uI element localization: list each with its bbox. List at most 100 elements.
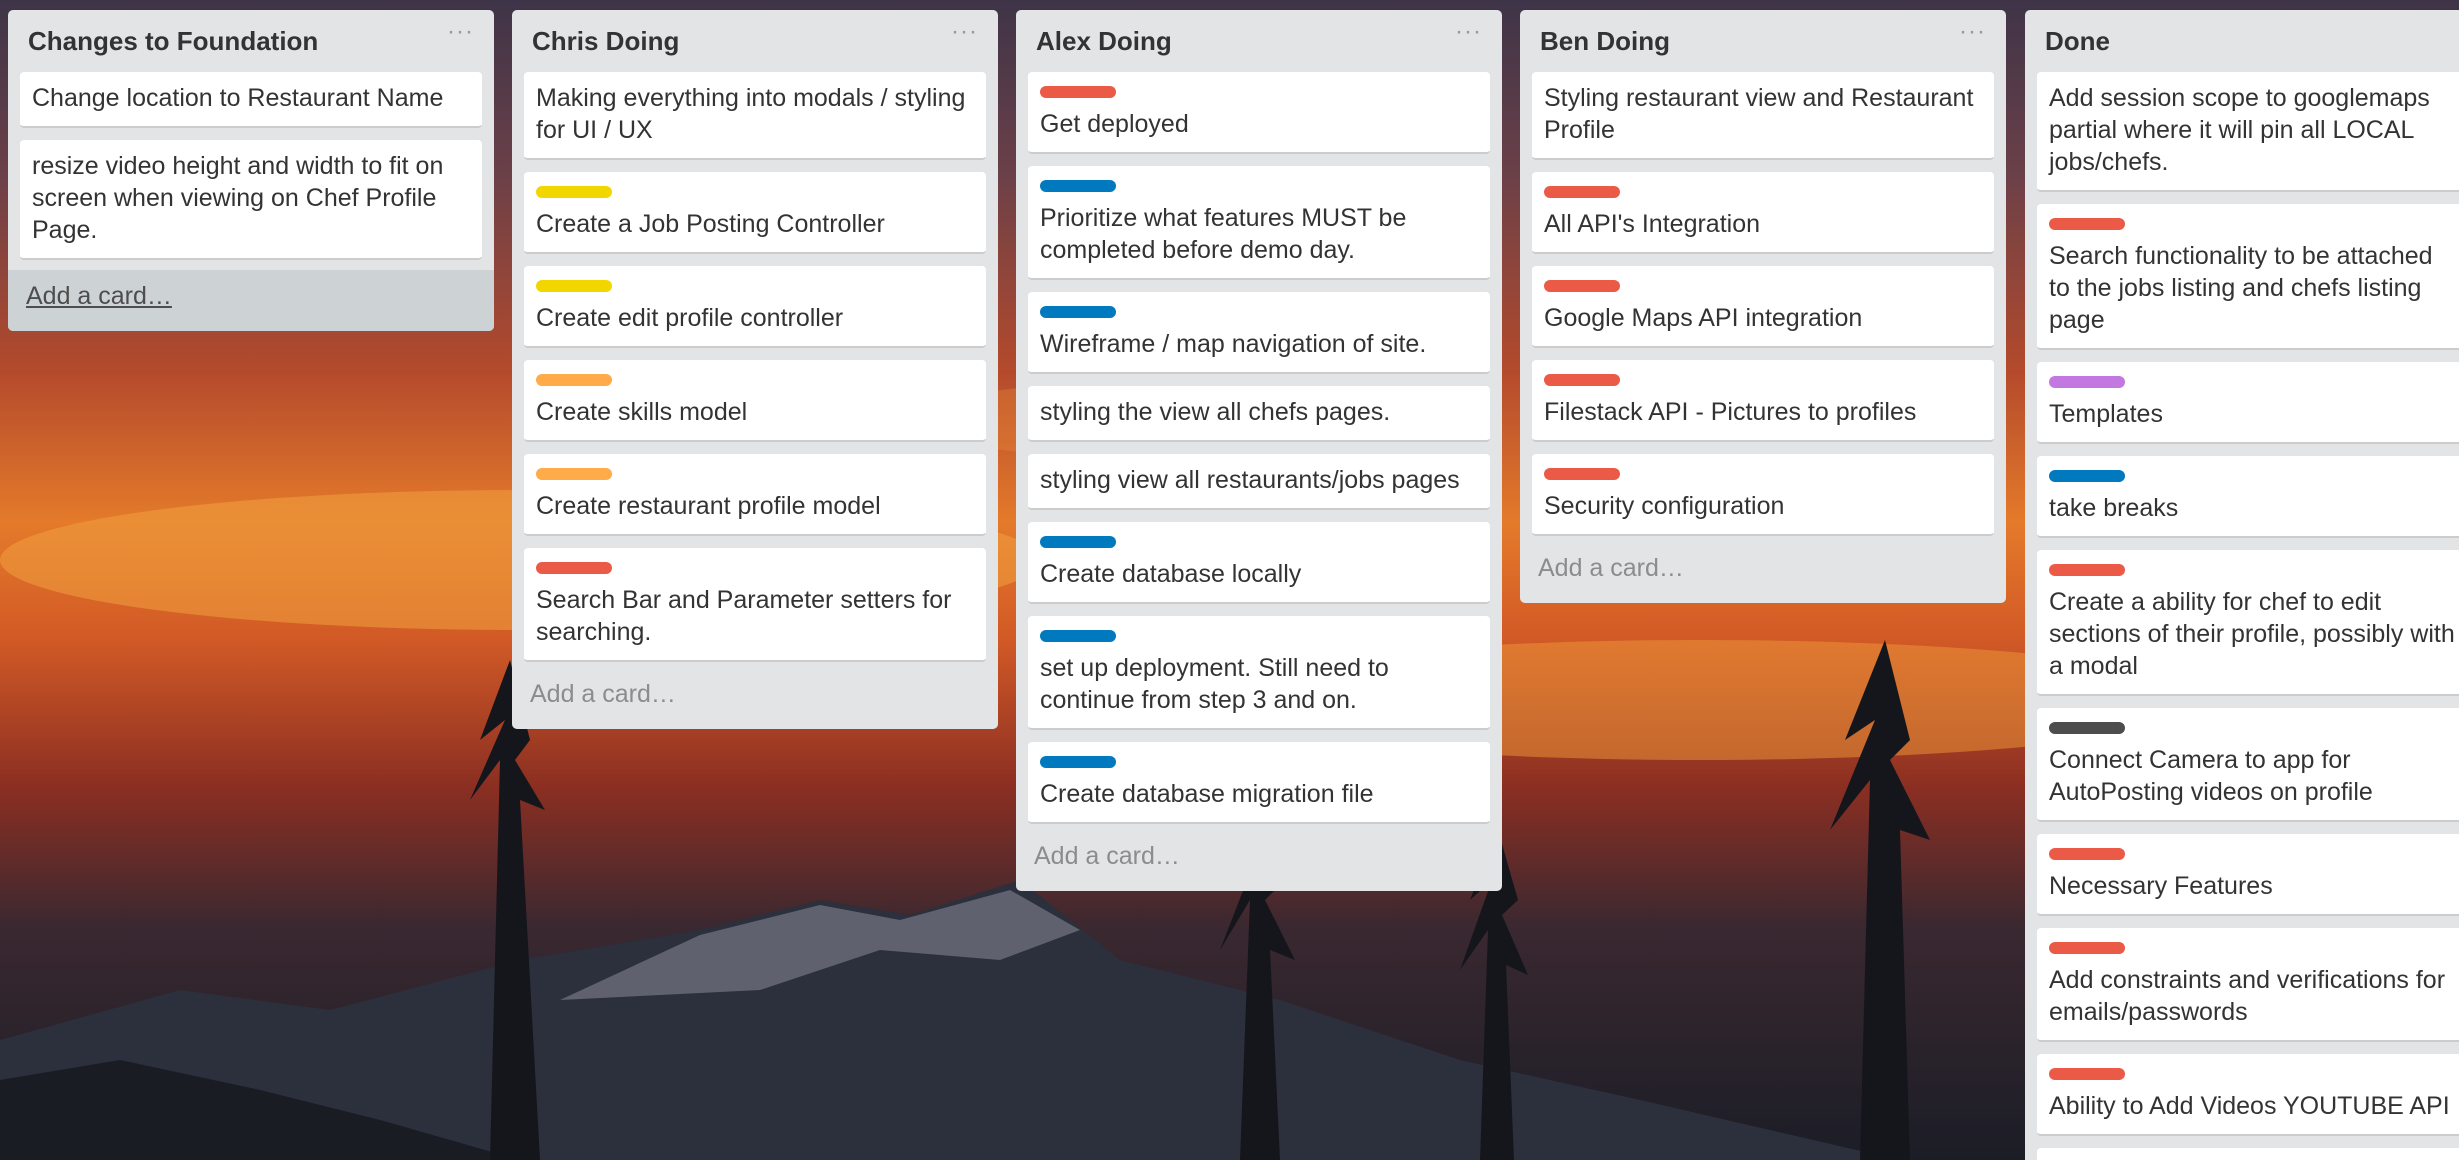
card-label xyxy=(2049,564,2125,576)
add-card-link[interactable]: Add a card… xyxy=(524,674,986,729)
card[interactable]: Ability to Add Videos YOUTUBE API xyxy=(2037,1054,2459,1136)
card-title: styling the view all chefs pages. xyxy=(1040,398,1391,426)
card-title: Create restaurant profile model xyxy=(536,492,881,520)
add-card-link[interactable]: Add a card… xyxy=(8,270,494,331)
card[interactable]: styling the view all chefs pages. xyxy=(1028,386,1490,442)
list-alex-doing: Alex Doing ··· Get deployed Prioritize w… xyxy=(1016,10,1502,891)
card-label xyxy=(1544,280,1620,292)
list-changes-to-foundation: Changes to Foundation ··· Change locatio… xyxy=(8,10,494,331)
card-title: Security configuration xyxy=(1544,492,1785,520)
card-title: Ability to Add Videos YOUTUBE API xyxy=(2049,1092,2450,1120)
card-label xyxy=(1040,756,1116,768)
card[interactable]: Wireframe / map navigation of site. xyxy=(1028,292,1490,374)
list-ben-doing: Ben Doing ··· Styling restaurant view an… xyxy=(1520,10,2006,603)
card-title: resize video height and width to fit on … xyxy=(32,152,444,244)
card[interactable]: Get deployed xyxy=(1028,72,1490,154)
card-title: Templates xyxy=(2049,400,2163,428)
add-card-link[interactable]: Add a card… xyxy=(1028,836,1490,891)
card-label xyxy=(536,468,612,480)
card-title: Prioritize what features MUST be complet… xyxy=(1040,204,1407,264)
card-title: Create a ability for chef to edit sectio… xyxy=(2049,588,2455,680)
card-title: Add constraints and verifications for em… xyxy=(2049,966,2446,1026)
add-card-link[interactable]: Add a card… xyxy=(1532,548,1994,603)
card-label xyxy=(1040,180,1116,192)
card[interactable]: Filestack API - Pictures to profiles xyxy=(1532,360,1994,442)
card-label xyxy=(536,374,612,386)
card[interactable]: Templates xyxy=(2037,362,2459,444)
card-title: take breaks xyxy=(2049,494,2179,522)
card-title: Search Bar and Parameter setters for sea… xyxy=(536,586,952,646)
card-title: Change location to Restaurant Name xyxy=(32,84,444,112)
card[interactable]: Create edit profile controller xyxy=(524,266,986,348)
list-title[interactable]: Changes to Foundation xyxy=(28,26,318,57)
list-header: Changes to Foundation ··· xyxy=(20,10,482,72)
card[interactable]: resize video height and width to fit on … xyxy=(20,140,482,260)
card-label xyxy=(1544,468,1620,480)
card-title: styling view all restaurants/jobs pages xyxy=(1040,466,1460,494)
card-title: set up deployment. Still need to continu… xyxy=(1040,654,1389,714)
card[interactable]: Search Bar and Parameter setters for sea… xyxy=(524,548,986,662)
card-title: Necessary Features xyxy=(2049,872,2273,900)
card[interactable]: Create skills model xyxy=(524,360,986,442)
list-header: Done xyxy=(2037,10,2459,72)
card-label xyxy=(2049,1068,2125,1080)
card-title: Search functionality to be attached to t… xyxy=(2049,242,2433,334)
card-title: Add session scope to googlemaps partial … xyxy=(2049,84,2430,176)
card-label xyxy=(2049,848,2125,860)
list-title[interactable]: Ben Doing xyxy=(1540,26,1670,57)
list-menu-icon[interactable]: ··· xyxy=(447,18,474,46)
card[interactable]: Making everything into modals / styling … xyxy=(524,72,986,160)
card-label xyxy=(2049,376,2125,388)
card-label xyxy=(1040,86,1116,98)
list-header: Ben Doing ··· xyxy=(1532,10,1994,72)
list-chris-doing: Chris Doing ··· Making everything into m… xyxy=(512,10,998,729)
card[interactable]: Security configuration xyxy=(1532,454,1994,536)
card[interactable]: Google Maps API integration xyxy=(1532,266,1994,348)
list-title[interactable]: Chris Doing xyxy=(532,26,679,57)
card-title: Create database migration file xyxy=(1040,780,1374,808)
card[interactable]: take breaks xyxy=(2037,456,2459,538)
list-header: Chris Doing ··· xyxy=(524,10,986,72)
list-title[interactable]: Alex Doing xyxy=(1036,26,1172,57)
card-title: Create a Job Posting Controller xyxy=(536,210,885,238)
card-label xyxy=(1040,630,1116,642)
card-title: Styling restaurant view and Restaurant P… xyxy=(1544,84,1974,144)
card[interactable]: Styling restaurant view and Restaurant P… xyxy=(1532,72,1994,160)
card-title: Wireframe / map navigation of site. xyxy=(1040,330,1427,358)
card[interactable]: Add constraints and verifications for em… xyxy=(2037,928,2459,1042)
card[interactable]: styling view all restaurants/jobs pages xyxy=(1028,454,1490,510)
list-header: Alex Doing ··· xyxy=(1028,10,1490,72)
card[interactable]: Create restaurant profile model xyxy=(524,454,986,536)
list-title[interactable]: Done xyxy=(2045,26,2110,57)
card[interactable]: set up deployment. Still need to continu… xyxy=(1028,616,1490,730)
list-menu-icon[interactable]: ··· xyxy=(1959,18,1986,46)
list-done: Done Add session scope to googlemaps par… xyxy=(2025,10,2459,1160)
card[interactable]: Search functionality to be attached to t… xyxy=(2037,204,2459,350)
card[interactable]: Connect Camera to app for AutoPosting vi… xyxy=(2037,708,2459,822)
list-menu-icon[interactable]: ··· xyxy=(1455,18,1482,46)
card-title: Get deployed xyxy=(1040,110,1189,138)
card-label xyxy=(2049,722,2125,734)
card-title: Create database locally xyxy=(1040,560,1302,588)
list-menu-icon[interactable]: ··· xyxy=(951,18,978,46)
card-title: Making everything into modals / styling … xyxy=(536,84,966,144)
board: Changes to Foundation ··· Change locatio… xyxy=(0,0,2459,1160)
card-label xyxy=(1544,186,1620,198)
card[interactable]: All API's Integration xyxy=(1532,172,1994,254)
card-title: Google Maps API integration xyxy=(1544,304,1863,332)
card-title: Create skills model xyxy=(536,398,748,426)
card-label xyxy=(1544,374,1620,386)
card-label xyxy=(1040,536,1116,548)
card[interactable]: Prioritize what features MUST be complet… xyxy=(1028,166,1490,280)
card[interactable] xyxy=(2037,1148,2459,1160)
card-label xyxy=(1040,306,1116,318)
card-title: Connect Camera to app for AutoPosting vi… xyxy=(2049,746,2373,806)
card[interactable]: Add session scope to googlemaps partial … xyxy=(2037,72,2459,192)
card[interactable]: Create database locally xyxy=(1028,522,1490,604)
card[interactable]: Necessary Features xyxy=(2037,834,2459,916)
card[interactable]: Create a Job Posting Controller xyxy=(524,172,986,254)
card[interactable]: Create database migration file xyxy=(1028,742,1490,824)
list-done-viewport: Done Add session scope to googlemaps par… xyxy=(2025,10,2459,1160)
card[interactable]: Create a ability for chef to edit sectio… xyxy=(2037,550,2459,696)
card[interactable]: Change location to Restaurant Name xyxy=(20,72,482,128)
